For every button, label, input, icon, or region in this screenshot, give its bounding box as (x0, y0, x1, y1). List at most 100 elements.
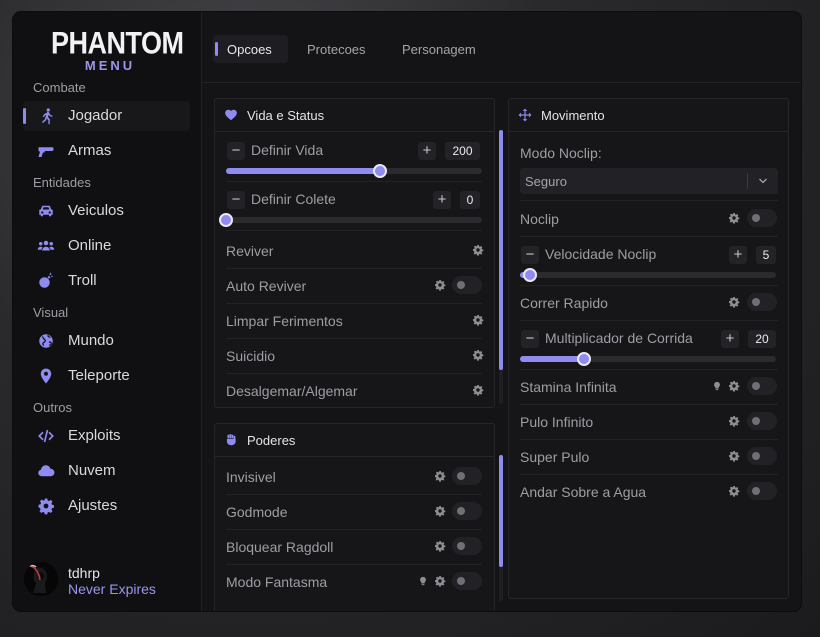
lightbulb-icon[interactable] (418, 575, 428, 587)
avatar (24, 562, 58, 596)
sidebar-item-mundo[interactable]: Mundo (23, 326, 190, 356)
toggle-switch[interactable] (452, 467, 482, 485)
toggle-switch[interactable] (452, 276, 482, 294)
gear-icon[interactable] (472, 314, 484, 326)
sidebar-item-nuvem[interactable]: Nuvem (23, 456, 190, 486)
option-noclip[interactable]: Noclip (520, 201, 778, 237)
option-suicidio[interactable]: Suicidio (226, 338, 484, 374)
option-auto-reviver[interactable]: Auto Reviver (226, 268, 482, 304)
toggle-knob (457, 577, 465, 585)
license-status: Never Expires (68, 581, 156, 597)
option-correr-rapido[interactable]: Correr Rapido (520, 285, 778, 321)
tab-label: Personagem (402, 41, 476, 57)
noclip-speed-value[interactable]: 5 (756, 246, 776, 264)
toggle-knob (457, 472, 465, 480)
gear-icon[interactable] (728, 450, 740, 462)
sidebar-item-armas[interactable]: Armas (23, 136, 190, 166)
run-multiplier-value[interactable]: 20 (748, 330, 776, 348)
map-pin-icon (40, 368, 52, 384)
run-multiplier-slider[interactable] (520, 352, 776, 366)
panel-title: Poderes (247, 433, 296, 448)
gear-icon[interactable] (434, 540, 446, 552)
sidebar-item-jogador[interactable]: Jogador (23, 101, 190, 131)
toggle-switch[interactable] (747, 447, 777, 465)
sidebar-item-label: Veiculos (68, 202, 124, 219)
set-armor-value[interactable]: 0 (460, 191, 480, 209)
gear-icon[interactable] (434, 470, 446, 482)
toggle-switch[interactable] (452, 502, 482, 520)
tab-active-indicator (215, 42, 218, 56)
scrollbar-thumb[interactable] (499, 130, 503, 370)
set-life-value[interactable]: 200 (445, 142, 480, 160)
slider-handle[interactable] (523, 268, 538, 282)
toggle-switch[interactable] (747, 377, 777, 395)
sidebar-item-label: Exploits (68, 427, 121, 444)
noclip-speed-slider[interactable] (520, 268, 776, 282)
chevron-down-icon (759, 178, 767, 184)
option-limpar-ferimentos[interactable]: Limpar Ferimentos (226, 303, 484, 339)
decrement-button[interactable]: − (521, 330, 539, 348)
option-andar-sobre-agua[interactable]: Andar Sobre a Agua (520, 474, 778, 509)
sidebar-item-online[interactable]: Online (23, 231, 190, 261)
increment-button[interactable]: + (721, 330, 739, 348)
toggle-knob (752, 214, 760, 222)
scrollbar-thumb[interactable] (499, 455, 503, 567)
gear-icon[interactable] (472, 244, 484, 256)
slider-handle[interactable] (372, 164, 387, 178)
option-godmode[interactable]: Godmode (226, 494, 482, 530)
option-modo-fantasma[interactable]: Modo Fantasma (226, 564, 482, 599)
toggle-switch[interactable] (747, 209, 777, 227)
increment-button[interactable]: + (433, 191, 451, 209)
gear-icon[interactable] (472, 349, 484, 361)
decrement-button[interactable]: − (227, 142, 245, 160)
slider-handle[interactable] (219, 213, 233, 227)
lightbulb-icon[interactable] (712, 380, 722, 392)
decrement-button[interactable]: − (227, 191, 245, 209)
increment-button[interactable]: + (729, 246, 747, 264)
gear-icon[interactable] (434, 575, 446, 587)
gear-icon[interactable] (434, 505, 446, 517)
noclip-mode-select[interactable]: Seguro (520, 168, 778, 194)
tab-opcoes[interactable]: Opcoes (213, 35, 288, 63)
sidebar-item-veiculos[interactable]: Veiculos (23, 196, 190, 226)
panel-title: Vida e Status (247, 108, 325, 123)
sidebar: PHANTOM MENU Combate Jogador Armas Entid… (13, 12, 202, 611)
toggle-switch[interactable] (452, 572, 482, 590)
set-life-control: − Definir Vida + 200 (226, 132, 482, 182)
option-super-pulo[interactable]: Super Pulo (520, 439, 778, 475)
option-invisivel[interactable]: Invisivel (226, 459, 482, 495)
set-life-slider[interactable] (226, 164, 482, 178)
tab-protecoes[interactable]: Protecoes (307, 35, 366, 63)
slider-handle[interactable] (577, 352, 591, 366)
increment-button[interactable]: + (418, 142, 436, 160)
sidebar-item-ajustes[interactable]: Ajustes (23, 491, 190, 521)
option-label: Reviver (226, 243, 274, 259)
option-stamina-infinita[interactable]: Stamina Infinita (520, 369, 778, 405)
toggle-switch[interactable] (747, 482, 777, 500)
sidebar-item-exploits[interactable]: Exploits (23, 421, 190, 451)
gear-icon[interactable] (728, 380, 740, 392)
option-reviver[interactable]: Reviver (226, 233, 484, 269)
sidebar-item-troll[interactable]: Troll (23, 266, 190, 296)
toggle-switch[interactable] (452, 537, 482, 555)
option-label: Noclip (520, 211, 559, 227)
gear-icon[interactable] (434, 279, 446, 291)
users-icon (37, 240, 55, 251)
bomb-icon (39, 272, 53, 288)
set-armor-slider[interactable] (219, 213, 482, 227)
logo-subtitle: MENU (84, 58, 136, 73)
option-bloquear-ragdoll[interactable]: Bloquear Ragdoll (226, 529, 482, 565)
gear-icon[interactable] (728, 212, 740, 224)
sidebar-item-teleporte[interactable]: Teleporte (23, 361, 190, 391)
option-desalgemar[interactable]: Desalgemar/Algemar (226, 373, 484, 407)
decrement-button[interactable]: − (521, 246, 539, 264)
gear-icon[interactable] (728, 415, 740, 427)
toggle-switch[interactable] (747, 293, 777, 311)
option-pulo-infinito[interactable]: Pulo Infinito (520, 404, 778, 440)
tab-personagem[interactable]: Personagem (402, 35, 476, 63)
gear-icon[interactable] (472, 384, 484, 396)
gear-icon[interactable] (728, 485, 740, 497)
gear-icon[interactable] (728, 296, 740, 308)
panel-movimento: Movimento Modo Noclip: Seguro Noclip − V… (508, 98, 789, 599)
toggle-switch[interactable] (747, 412, 777, 430)
